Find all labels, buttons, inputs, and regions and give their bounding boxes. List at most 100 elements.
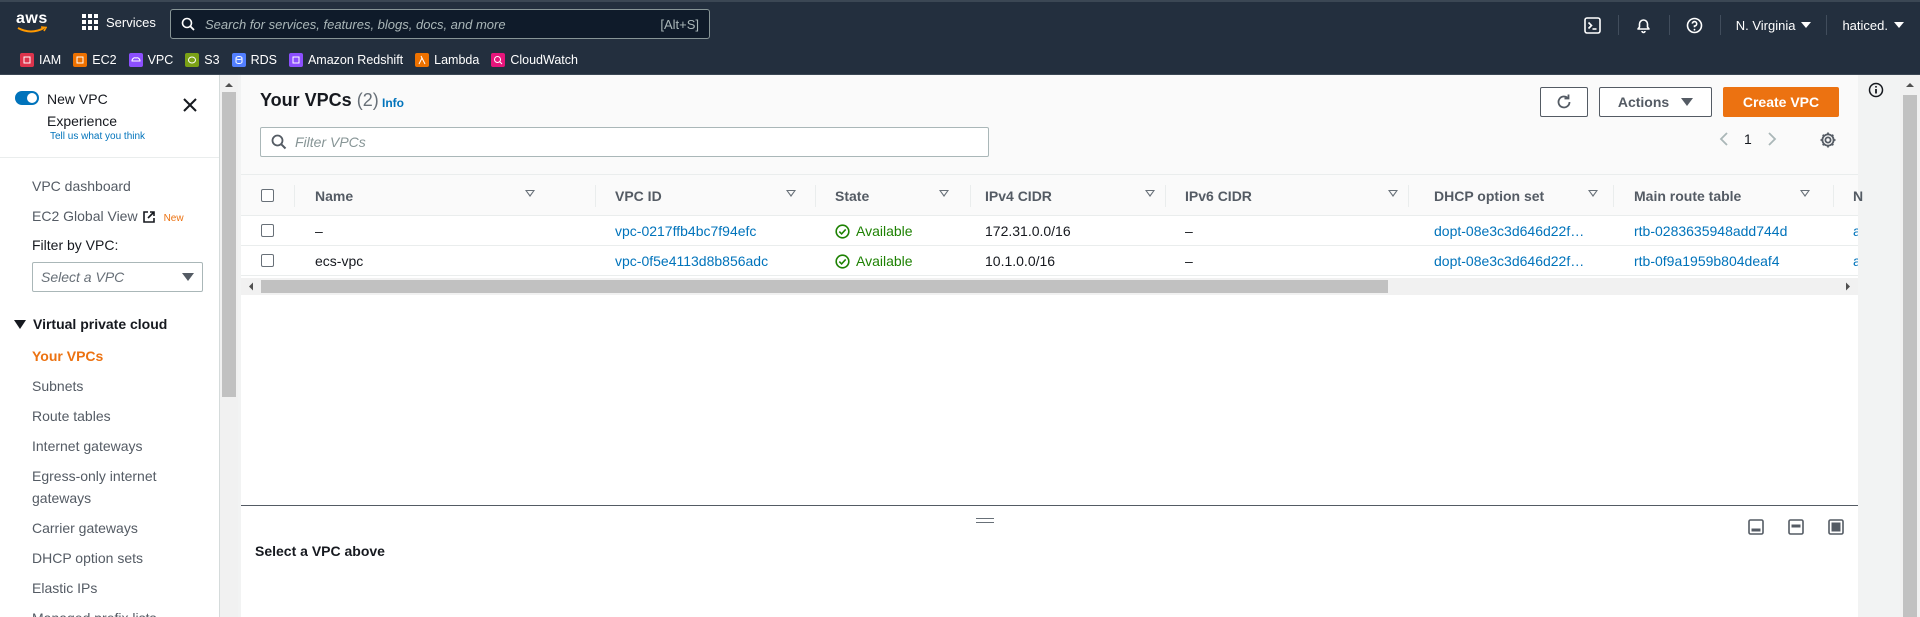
details-split-panel: Select a VPC above (241, 505, 1858, 617)
region-selector[interactable]: N. Virginia (1736, 18, 1812, 33)
cell-vpc-id-link[interactable]: vpc-0217ffb4bc7f94efc (615, 216, 756, 246)
external-link-icon (142, 211, 155, 224)
global-search[interactable]: [Alt+S] (170, 9, 710, 39)
gear-icon[interactable] (1819, 131, 1837, 152)
row-checkbox[interactable] (261, 254, 274, 267)
sort-icon[interactable] (786, 190, 796, 197)
new-badge: New (163, 213, 184, 224)
scroll-left-arrow-icon[interactable] (245, 278, 257, 295)
aws-logo[interactable]: aws (16, 11, 52, 37)
split-panel-position-controls (1748, 519, 1858, 538)
status-indicator: Available (835, 253, 913, 269)
column-header-main-route-table[interactable]: Main route table (1634, 175, 1814, 216)
page-number[interactable]: 1 (1744, 131, 1752, 147)
sidebar-scrollbar[interactable] (220, 75, 238, 617)
account-menu[interactable]: haticed. (1842, 18, 1904, 33)
refresh-button[interactable] (1540, 87, 1588, 117)
cell-ipv6-cidr: – (1185, 253, 1193, 269)
info-panel-icon[interactable] (1868, 82, 1884, 101)
aws-logo-text: aws (16, 10, 48, 27)
sidebar-item-subnets[interactable]: Subnets (32, 375, 83, 397)
help-icon[interactable] (1685, 15, 1705, 35)
sort-icon[interactable] (1800, 190, 1810, 197)
column-header-dhcp-option-set[interactable]: DHCP option set (1434, 175, 1604, 216)
sidebar-item-ec2-global-view[interactable]: EC2 Global View New (32, 205, 184, 230)
info-link[interactable]: Info (382, 96, 404, 110)
select-all-checkbox[interactable] (261, 189, 274, 202)
create-vpc-button[interactable]: Create VPC (1723, 87, 1839, 117)
page-scroll-thumb[interactable] (1903, 95, 1917, 617)
chevron-right-icon[interactable] (1766, 131, 1778, 147)
sidebar-item-internet-gateways[interactable]: Internet gateways (32, 435, 143, 457)
notifications-bell-icon[interactable] (1634, 15, 1654, 35)
filter-vpcs-box[interactable] (260, 127, 989, 157)
cell-route-table-link[interactable]: rtb-0f9a1959b804deaf4 (1634, 246, 1780, 276)
column-header-state[interactable]: State (835, 175, 955, 216)
sort-icon[interactable] (525, 190, 535, 197)
column-header-ipv4-cidr[interactable]: IPv4 CIDR (985, 175, 1165, 216)
table-row[interactable]: – vpc-0217ffb4bc7f94efc Available 172.31… (241, 216, 1858, 246)
sort-icon[interactable] (1145, 190, 1155, 197)
sort-icon[interactable] (1388, 190, 1398, 197)
services-menu-button[interactable]: Services (82, 14, 156, 30)
column-label: State (835, 187, 870, 204)
table-horizontal-scrollbar[interactable] (241, 278, 1858, 295)
scroll-up-arrow-icon[interactable] (1900, 78, 1920, 92)
sidebar-item-elastic-ips[interactable]: Elastic IPs (32, 577, 97, 599)
close-icon[interactable] (182, 97, 198, 113)
sidebar-scroll-thumb[interactable] (222, 92, 236, 397)
cloudshell-icon[interactable] (1583, 15, 1603, 35)
section-virtual-private-cloud[interactable]: Virtual private cloud (14, 316, 167, 332)
sidebar-item-vpc-dashboard[interactable]: VPC dashboard (32, 175, 131, 197)
cell-dhcp-link[interactable]: dopt-08e3c3d646d22f… (1434, 246, 1584, 276)
feedback-link[interactable]: Tell us what you think (50, 131, 145, 142)
chevron-left-icon[interactable] (1718, 131, 1730, 147)
panel-maximize-icon[interactable] (1828, 519, 1844, 538)
favorite-rds[interactable]: RDS (231, 53, 277, 67)
favorite-label: RDS (250, 53, 277, 67)
sidebar-item-egress-only-gateways[interactable]: Egress-only internet gateways (32, 465, 172, 509)
filter-vpcs-input[interactable] (287, 128, 988, 156)
page-scrollbar[interactable] (1900, 75, 1920, 617)
panel-side-icon[interactable] (1788, 519, 1804, 538)
column-header-ipv6-cidr[interactable]: IPv6 CIDR (1185, 175, 1405, 216)
row-checkbox[interactable] (261, 224, 274, 237)
favorite-s3[interactable]: S3 (185, 53, 220, 67)
cell-dhcp-link[interactable]: dopt-08e3c3d646d22f… (1434, 216, 1584, 246)
sort-icon[interactable] (939, 190, 949, 197)
favorite-lambda[interactable]: Lambda (415, 53, 479, 67)
favorite-ec2[interactable]: EC2 (73, 53, 117, 67)
sidebar-item-route-tables[interactable]: Route tables (32, 405, 111, 427)
cell-name: – (315, 223, 323, 239)
column-label: N (1853, 187, 1864, 204)
sidebar-item-dhcp-option-sets[interactable]: DHCP option sets (32, 547, 143, 569)
status-indicator: Available (835, 223, 913, 239)
new-experience-toggle[interactable] (15, 91, 39, 105)
favorite-vpc[interactable]: VPC (128, 53, 173, 67)
section-title: Virtual private cloud (33, 316, 168, 332)
vpc-filter-select[interactable]: Select a VPC (32, 262, 203, 292)
check-circle-icon (835, 223, 850, 239)
actions-button[interactable]: Actions (1599, 87, 1712, 117)
scroll-right-arrow-icon[interactable] (1842, 278, 1854, 295)
favorite-redshift[interactable]: Amazon Redshift (288, 53, 403, 67)
column-header-name[interactable]: Name (315, 175, 545, 216)
sidebar-item-carrier-gateways[interactable]: Carrier gateways (32, 517, 138, 539)
search-input[interactable] (195, 10, 661, 38)
panel-bottom-icon[interactable] (1748, 519, 1764, 538)
favorite-iam[interactable]: IAM (20, 53, 61, 67)
sort-icon[interactable] (1588, 190, 1598, 197)
table-row[interactable]: ecs-vpc vpc-0f5e4113d8b856adc Available … (241, 246, 1858, 276)
scroll-up-arrow-icon[interactable] (220, 78, 238, 92)
sidebar-item-managed-prefix-lists[interactable]: Managed prefix lists (32, 607, 157, 617)
cell-route-table-link[interactable]: rtb-0283635948add744d (1634, 216, 1787, 246)
resize-handle[interactable] (976, 518, 994, 523)
cell-truncated[interactable]: a (1853, 246, 1858, 276)
cell-vpc-id-link[interactable]: vpc-0f5e4113d8b856adc (615, 246, 768, 276)
cell-truncated[interactable]: a (1853, 216, 1858, 246)
column-header-vpc-id[interactable]: VPC ID (615, 175, 815, 216)
table-scroll-thumb[interactable] (261, 280, 1388, 293)
sidebar-item-your-vpcs[interactable]: Your VPCs (32, 345, 103, 367)
favorite-cloudwatch[interactable]: CloudWatch (491, 53, 578, 67)
column-header-truncated[interactable]: N (1853, 175, 1873, 216)
